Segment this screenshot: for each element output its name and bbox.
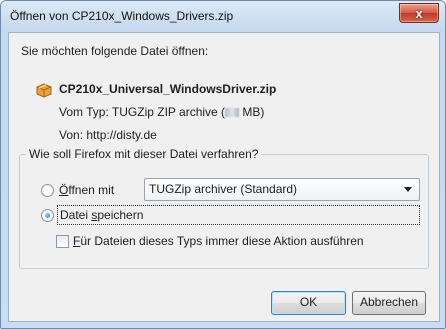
save-file-label[interactable]: Datei speichern: [57, 205, 420, 225]
always-do-this-checkbox[interactable]: [56, 235, 69, 248]
file-size-unit: MB): [239, 105, 265, 119]
chevron-down-icon: [404, 187, 412, 192]
save-file-radio[interactable]: [41, 209, 54, 222]
window-title: Öffnen von CP210x_Windows_Drivers.zip: [10, 9, 234, 23]
file-name: CP210x_Universal_WindowsDriver.zip: [59, 82, 277, 96]
download-dialog: Öffnen von CP210x_Windows_Drivers.zip x …: [0, 0, 446, 329]
file-type: Vom Typ: TUGZip ZIP archive ( MB): [59, 105, 264, 119]
groupbox-legend: Wie soll Firefox mit dieser Datei verfah…: [26, 147, 262, 161]
open-with-app-select[interactable]: TUGZip archiver (Standard): [144, 178, 420, 201]
dialog-body: Sie möchten folgende Datei öffnen: CP210…: [8, 32, 440, 322]
file-source: Von: http://disty.de: [59, 128, 157, 142]
redacted-size: [225, 108, 240, 117]
cancel-button[interactable]: Abbrechen: [352, 291, 426, 315]
title-bar[interactable]: Öffnen von CP210x_Windows_Drivers.zip x: [1, 1, 445, 31]
ok-button[interactable]: OK: [271, 291, 346, 315]
open-with-radio[interactable]: [41, 184, 54, 197]
selected-app: TUGZip archiver (Standard): [149, 182, 298, 196]
close-icon: x: [415, 5, 423, 21]
file-type-label: Vom Typ: TUGZip ZIP archive (: [59, 105, 226, 119]
zip-archive-icon: [36, 83, 52, 98]
close-button[interactable]: x: [399, 3, 439, 23]
open-with-label[interactable]: Öffnen mit: [59, 183, 114, 197]
always-do-this-label[interactable]: Für Dateien dieses Typs immer diese Akti…: [73, 234, 364, 248]
prompt-text: Sie möchten folgende Datei öffnen:: [21, 44, 209, 58]
